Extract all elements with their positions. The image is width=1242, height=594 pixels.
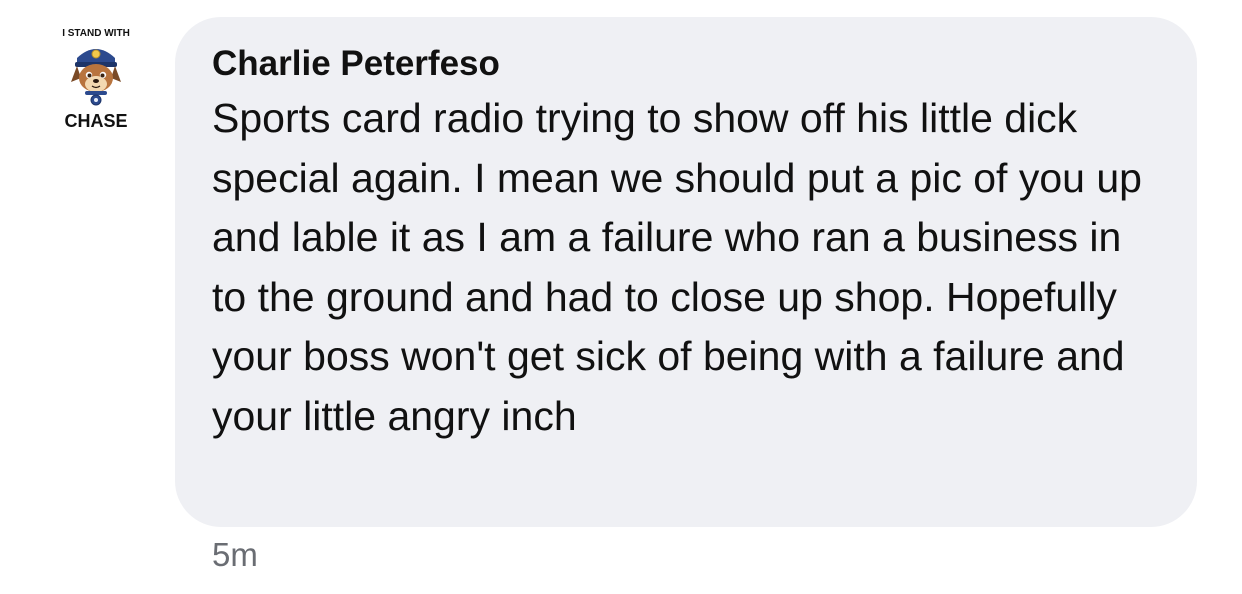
avatar-bottom-label: CHASE <box>64 111 128 131</box>
comment-text: Sports card radio trying to show off his… <box>212 95 1142 439</box>
comment-author[interactable]: Charlie Peterfeso <box>212 43 1161 85</box>
chase-dog-icon <box>71 49 121 106</box>
avatar[interactable]: I STAND WITH CHASE <box>52 24 140 136</box>
comment-bubble: Charlie Peterfeso Sports card radio tryi… <box>175 17 1197 527</box>
comment-timestamp[interactable]: 5m <box>212 536 258 574</box>
